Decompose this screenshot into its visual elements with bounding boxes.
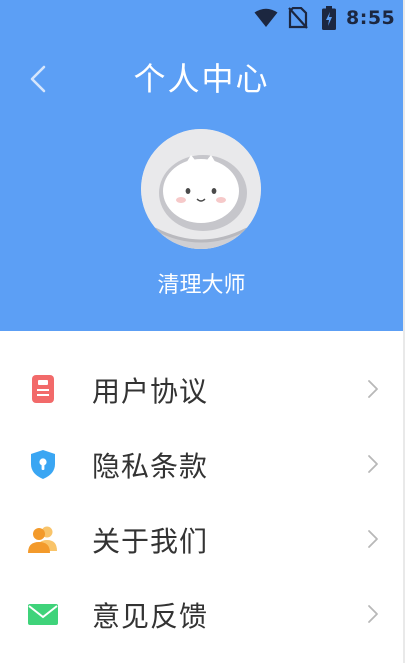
menu-item-label: 用户协议	[92, 375, 209, 408]
menu-item-user-agreement[interactable]: 用户协议	[0, 351, 403, 425]
page-title: 个人中心	[133, 60, 270, 98]
menu-item-about-us[interactable]: 关于我们	[0, 501, 403, 575]
shield-lock-icon	[31, 450, 55, 479]
menu-item-label: 关于我们	[92, 525, 209, 558]
astronaut-cat-avatar	[141, 129, 261, 249]
user-avatar[interactable]	[141, 129, 261, 249]
wifi-icon	[254, 8, 278, 27]
menu-item-privacy-policy[interactable]: 隐私条款	[0, 426, 403, 500]
mail-icon	[28, 604, 58, 625]
menu-item-label: 隐私条款	[92, 450, 209, 483]
chevron-right-icon	[368, 530, 378, 548]
chevron-right-icon	[368, 605, 378, 623]
user-name: 清理大师	[157, 273, 246, 298]
chevron-right-icon	[368, 455, 378, 473]
status-bar: 8:55	[0, 0, 403, 38]
battery-charging-icon	[322, 6, 336, 30]
menu-item-label: 意见反馈	[92, 600, 209, 633]
document-icon	[32, 375, 54, 403]
users-icon	[28, 526, 57, 553]
menu-item-feedback[interactable]: 意见反馈	[0, 576, 403, 650]
chevron-right-icon	[368, 380, 378, 398]
status-time: 8:55	[346, 7, 396, 29]
profile-header: 8:55 个人中心 清理大师	[0, 0, 403, 331]
no-sim-icon	[288, 7, 308, 29]
